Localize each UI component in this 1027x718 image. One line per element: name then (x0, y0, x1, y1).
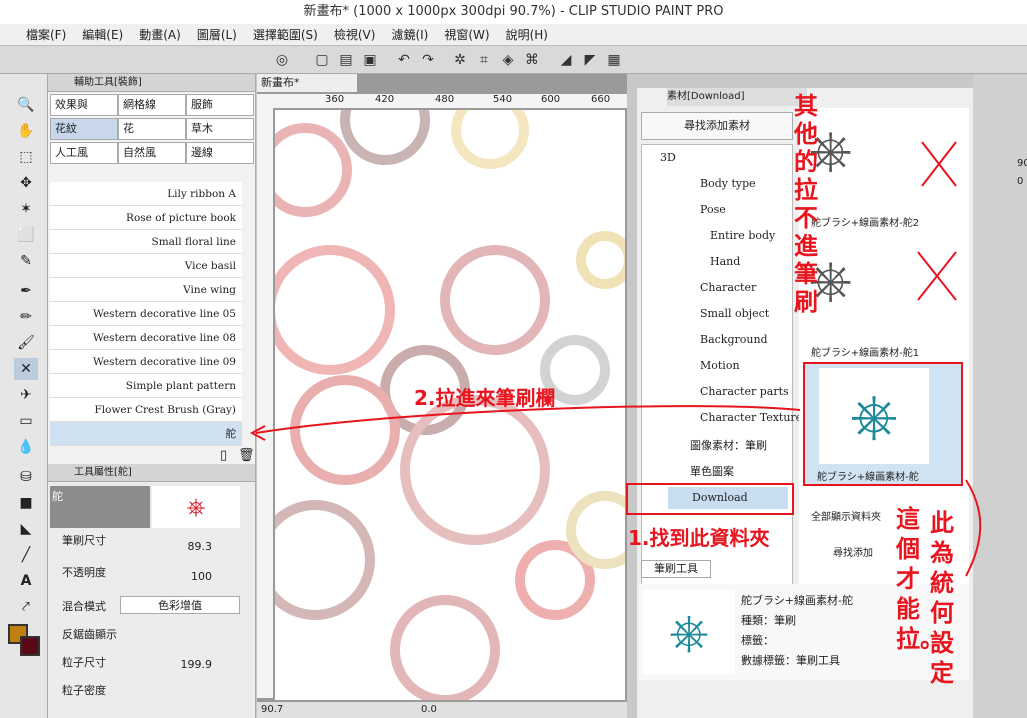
annotation-find-folder: 1.找到此資料夾 (628, 526, 770, 550)
annotation-reason: 此為統何設定 (930, 509, 954, 687)
annotation-overlay (249, 141, 982, 577)
annotation-drag: 2.拉進來筆刷欄 (414, 386, 556, 410)
annotation-others: 其他的拉不進筆刷 (794, 92, 818, 316)
annotation-only-this: 這個才能拉。 (896, 505, 944, 653)
